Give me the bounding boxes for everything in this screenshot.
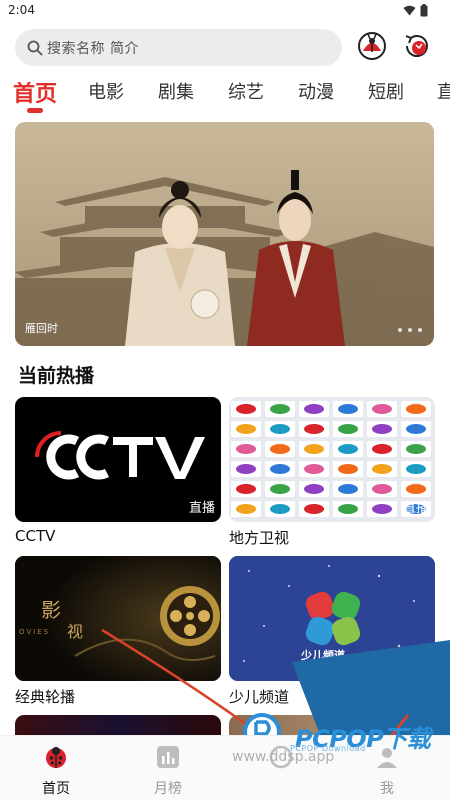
tab-live[interactable]: 直 [437,78,450,104]
channel-card-kids[interactable]: 少儿频道 直播 少儿频道 [229,556,435,706]
channel-logo-mark [236,404,256,414]
channel-logo-mark [304,444,324,454]
channel-logo-mark [372,424,392,434]
ladybug-home-icon [46,747,66,768]
ladybug-icon[interactable] [357,31,387,61]
live-badge: 直播 [188,501,215,516]
overlay-char-shi: 视 [67,622,84,641]
card-thumbnail: 影 视 OVIES [15,556,221,681]
channel-logo-mark [372,404,392,414]
live-badge: 直播 [402,660,429,675]
tab-indicator [27,108,43,113]
channel-logo-mark [270,424,290,434]
nav-home-label: 首页 [42,781,70,797]
channel-logo-mark [338,464,358,474]
channel-logo-mark [304,404,324,414]
channel-logo-mark [304,504,324,514]
channel-logo-mark [304,424,324,434]
kids-logo-text: 少儿频道 [301,649,345,662]
channel-logo-mark [304,464,324,474]
card-label: 少儿频道 [229,688,290,706]
channel-logo-mark [372,484,392,494]
status-time: 2:04 [8,3,35,17]
channel-logo-mark [406,444,426,454]
channel-logo-mark [236,424,256,434]
banner-pagination [398,328,422,332]
channel-logo-mark [406,484,426,494]
tab-short-drama[interactable]: 短剧 [368,78,404,104]
card-label: 经典轮播 [15,688,76,706]
nav-ranking-label: 月榜 [154,781,182,797]
history-icon[interactable] [402,31,432,61]
channel-logo-mark [338,504,358,514]
channel-logo-mark [406,404,426,414]
tab-anime[interactable]: 动漫 [298,78,334,104]
live-badge: 直播 [402,501,429,516]
channel-logo-mark [338,424,358,434]
search-input[interactable]: 搜索名称 简介 [15,29,342,66]
overlay-movies-text: OVIES [19,628,51,636]
channel-logo-mark [406,464,426,474]
channel-logo-mark [406,424,426,434]
card-label: CCTV [15,527,56,545]
featured-banner[interactable]: 雁回时 [15,122,434,346]
tab-series[interactable]: 剧集 [158,78,194,104]
wifi-icon [403,5,416,16]
banner-image [15,122,434,346]
channel-logo-mark [372,504,392,514]
status-icons [403,4,428,17]
watermark-subtitle: PCPOP Download [290,744,366,753]
channel-logo-mark [270,444,290,454]
channel-logo-mark [270,484,290,494]
search-placeholder: 搜索名称 简介 [47,40,139,57]
nav-profile-label: 我 [380,781,394,797]
tab-movies[interactable]: 电影 [88,78,124,104]
nav-home[interactable]: 首页 [21,744,91,798]
channel-logo-mark [372,444,392,454]
banner-dot [408,328,412,332]
banner-dot [418,328,422,332]
channel-logo-mark [236,444,256,454]
card-thumbnail: 直播 [229,397,435,522]
channel-logo-mark [236,484,256,494]
section-title: 当前热播 [18,365,95,387]
overlay-char-ying: 影 [41,598,61,622]
banner-dot [398,328,402,332]
nav-monthly-ranking[interactable]: 月榜 [133,744,203,798]
channel-card-cctv[interactable]: 直播 CCTV [15,397,221,545]
app-root: { "status_bar": { "time": "2:04" }, "sea… [0,0,450,800]
channel-logo-mark [338,444,358,454]
battery-icon [420,4,428,17]
chart-icon [157,746,179,768]
channel-logo-mark [270,464,290,474]
channel-logo-mark [236,464,256,474]
search-icon [27,40,43,55]
channel-logo-mark [270,504,290,514]
banner-caption: 雁回时 [25,322,58,335]
tab-variety[interactable]: 综艺 [228,78,264,104]
category-tabs: 首页 电影 剧集 综艺 动漫 短剧 直 [0,76,450,116]
channel-logo-mark [338,484,358,494]
channel-logo-mark [372,464,392,474]
channel-logo-mark [236,504,256,514]
card-label: 地方卫视 [229,529,290,547]
channel-card-classic[interactable]: 影 视 OVIES 经典轮播 [15,556,221,706]
channel-logo-mark [270,404,290,414]
status-bar: 2:04 [0,0,450,22]
channel-logo-mark [304,484,324,494]
card-thumbnail: 少儿频道 直播 [229,556,435,681]
channel-logo-mark [338,404,358,414]
card-thumbnail: 直播 [15,397,221,522]
channel-card-local[interactable]: 直播 地方卫视 [229,397,435,547]
tab-home[interactable]: 首页 [13,76,57,108]
